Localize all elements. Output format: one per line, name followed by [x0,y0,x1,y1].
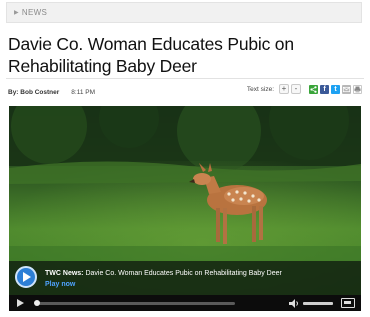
video-caption-bar[interactable]: TWC News: Davie Co. Woman Educates Pubic… [9,261,361,295]
video-player[interactable]: TWC News: Davie Co. Woman Educates Pubic… [9,106,361,311]
text-size-increase-button[interactable]: + [279,84,289,94]
twitter-icon[interactable]: t [331,84,340,94]
breadcrumb-arrow-icon: ▶ [14,10,19,16]
email-icon[interactable] [342,84,351,94]
article-meta: By: Bob Costner 8:11 PM Text size: + - f… [8,84,364,99]
video-controls [9,295,361,311]
progress-track[interactable] [34,300,235,306]
share-icon[interactable] [309,84,318,94]
progress-knob[interactable] [34,300,40,306]
breadcrumb-bar: ▶ NEWS [6,2,362,23]
text-size-decrease-button[interactable]: - [291,84,301,94]
article-title: Davie Co. Woman Educates Pubic on Rehabi… [8,34,294,76]
volume-icon[interactable] [289,299,299,308]
play-button[interactable] [15,266,37,288]
video-source-label: TWC News: [45,270,84,277]
video-caption-title: Davie Co. Woman Educates Pubic on Rehabi… [85,270,282,277]
play-now-link[interactable]: Play now [45,281,75,288]
print-icon[interactable] [353,84,362,94]
text-size-label: Text size: [246,85,274,93]
control-play-icon[interactable] [17,299,24,307]
volume-slider[interactable] [303,302,333,305]
facebook-icon[interactable]: f [320,84,329,94]
play-icon [23,272,31,282]
divider [6,78,364,79]
fullscreen-icon[interactable] [341,298,355,308]
video-caption: TWC News: Davie Co. Woman Educates Pubic… [45,270,282,277]
timestamp: 8:11 PM [71,88,96,96]
byline: By: Bob Costner [8,88,60,96]
article-tools: Text size: + - f t [247,84,362,94]
breadcrumb-news-link[interactable]: NEWS [22,8,47,17]
